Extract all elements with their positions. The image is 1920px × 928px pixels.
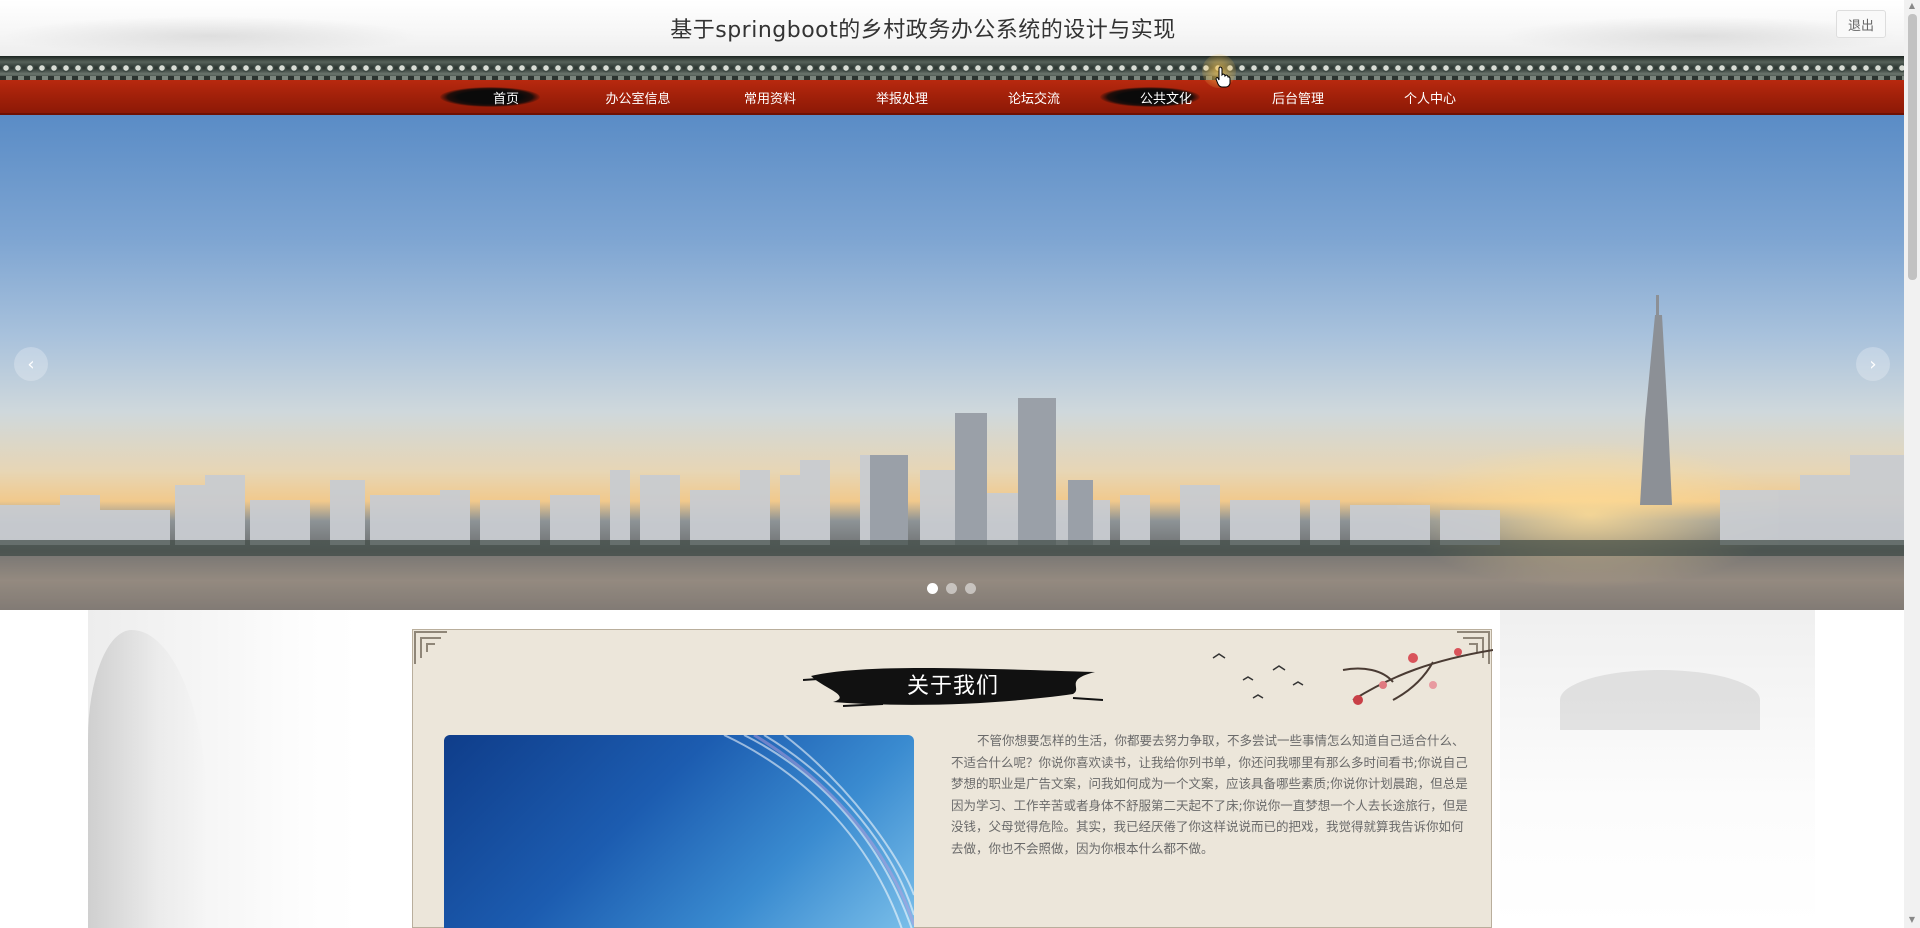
carousel-dot[interactable]	[927, 583, 938, 594]
banner-carousel: ‹ ›	[0, 115, 1904, 610]
nav-item-label: 举报处理	[875, 92, 928, 107]
nav-item-label: 办公室信息	[605, 92, 671, 107]
site-header: 基于springboot的乡村政务办公系统的设计与实现 退出	[0, 0, 1904, 56]
page-scrollbar[interactable]: ▲ ▼	[1904, 0, 1920, 928]
about-image	[444, 735, 914, 928]
nav-item-label: 个人中心	[1403, 92, 1456, 107]
city-skyline-image	[0, 295, 1904, 610]
nav-item-label: 后台管理	[1271, 92, 1324, 107]
scroll-up-icon[interactable]: ▲	[1908, 2, 1916, 10]
roof-tile-decoration	[0, 56, 1904, 80]
main-nav: 首页 办公室信息 常用资料 举报处理 论坛交流 公共文化 后台管理 个人中心	[0, 80, 1904, 115]
nav-item-label: 公共文化	[1139, 92, 1192, 107]
carousel-dot[interactable]	[946, 583, 957, 594]
nav-item-label: 论坛交流	[1007, 92, 1060, 107]
carousel-dot[interactable]	[965, 583, 976, 594]
mountain-right	[1500, 610, 1815, 928]
scroll-down-icon[interactable]: ▼	[1908, 916, 1916, 924]
page-title: 基于springboot的乡村政务办公系统的设计与实现	[670, 18, 1176, 43]
logout-button[interactable]: 退出	[1836, 10, 1886, 38]
scrollbar-thumb[interactable]	[1908, 14, 1917, 280]
nav-item-forum[interactable]: 论坛交流	[968, 80, 1100, 115]
nav-item-personal-center[interactable]: 个人中心	[1364, 80, 1496, 115]
about-description: 不管你想要怎样的生活，你都要去努力争取，不多尝试一些事情怎么知道自己适合什么、不…	[951, 733, 1468, 856]
carousel-indicators	[927, 583, 976, 594]
nav-item-office-info[interactable]: 办公室信息	[572, 80, 704, 115]
nav-item-admin[interactable]: 后台管理	[1232, 80, 1364, 115]
about-title-block: 关于我们	[803, 658, 1103, 710]
nav-item-label: 常用资料	[743, 92, 796, 107]
about-title: 关于我们	[906, 674, 999, 699]
about-section: 关于我们 不管你想要怎样的生活，你都要去努力争取，不多尝试一些事情怎么知道自己适…	[412, 629, 1493, 928]
hand-pointer-icon	[1215, 66, 1231, 88]
nav-item-common-materials[interactable]: 常用资料	[704, 80, 836, 115]
corner-ornament-icon	[413, 630, 449, 666]
plum-blossom-branch-icon	[1212, 648, 1493, 705]
nav-item-home[interactable]: 首页	[440, 80, 572, 115]
nav-item-label: 首页	[492, 92, 519, 107]
carousel-prev-button[interactable]: ‹	[14, 347, 48, 381]
nav-item-report-handling[interactable]: 举报处理	[836, 80, 968, 115]
carousel-next-button[interactable]: ›	[1856, 347, 1890, 381]
nav-list: 首页 办公室信息 常用资料 举报处理 论坛交流 公共文化 后台管理 个人中心	[440, 80, 1496, 115]
